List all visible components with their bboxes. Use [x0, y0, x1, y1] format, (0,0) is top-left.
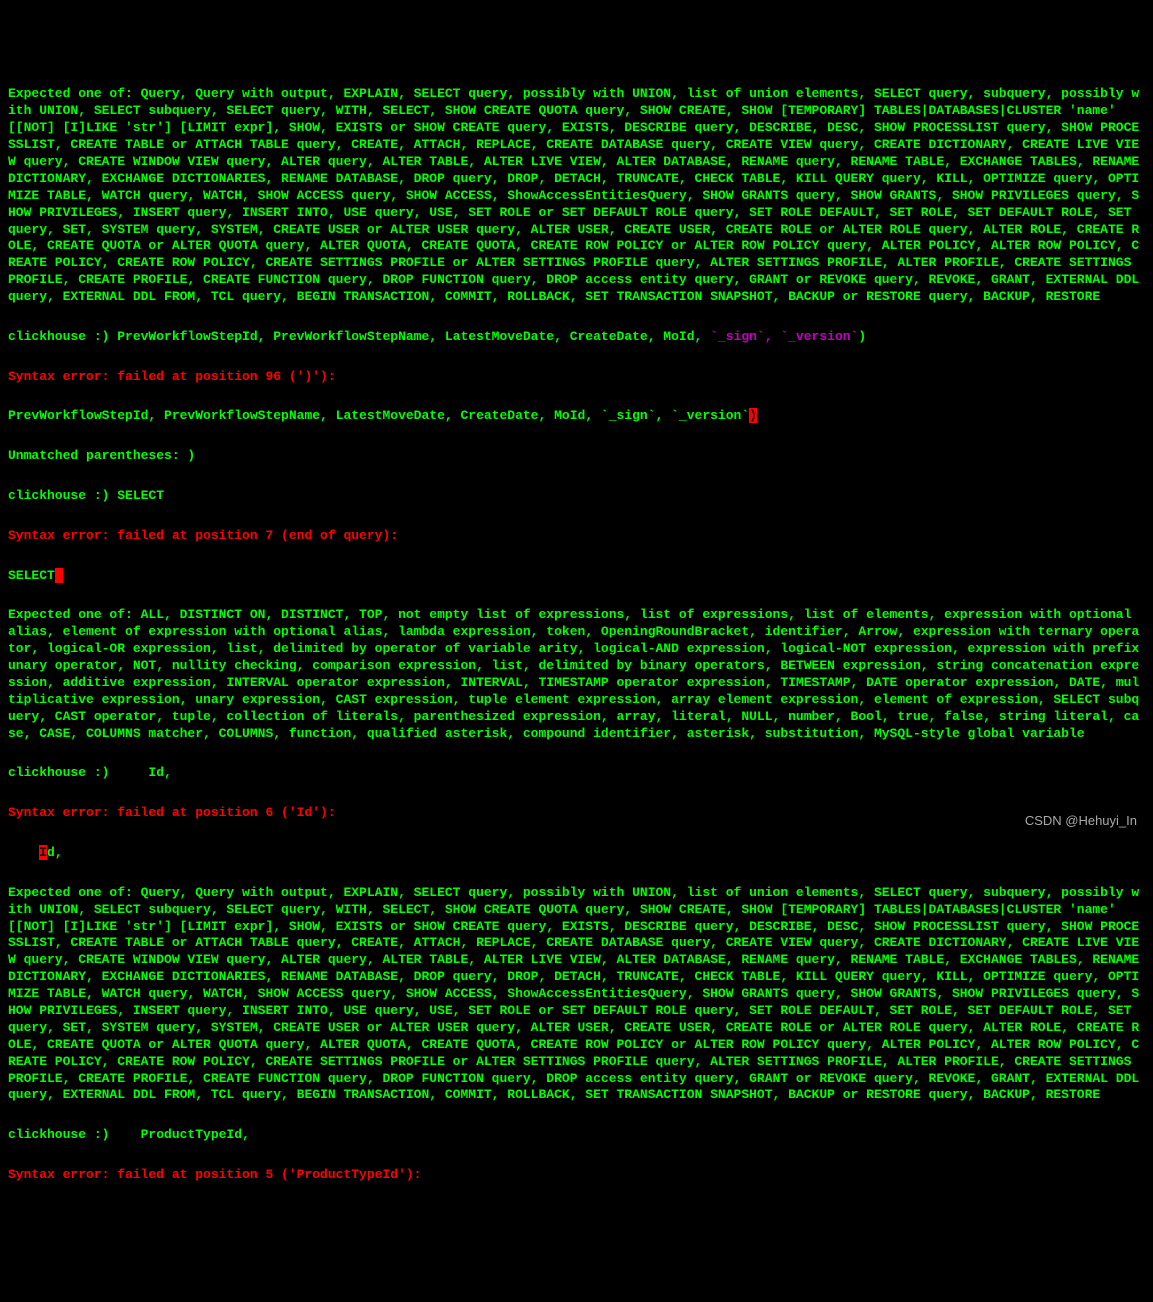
watermark: CSDN @Hehuyi_In — [1025, 813, 1137, 830]
syntax-error: Syntax error: failed at position 96 (')'… — [8, 369, 336, 384]
quoted-cols: `_sign`, `_version` — [710, 329, 858, 344]
prompt-text: clickhouse :) ProductTypeId, — [8, 1127, 250, 1142]
cursor-block — [55, 568, 63, 583]
prompt-text: clickhouse :) Id, — [8, 765, 172, 780]
syntax-error: Syntax error: failed at position 5 ('Pro… — [8, 1167, 421, 1182]
error-highlight: ) — [749, 408, 757, 423]
id-rest: d, — [47, 845, 63, 860]
expected-list: Expected one of: Query, Query with outpu… — [8, 86, 1147, 304]
prompt-text: clickhouse :) SELECT — [8, 488, 164, 503]
indent — [8, 845, 39, 860]
error-highlight: I — [39, 845, 47, 860]
syntax-error: Syntax error: failed at position 7 (end … — [8, 528, 398, 543]
echo-line: PrevWorkflowStepId, PrevWorkflowStepName… — [8, 408, 749, 423]
terminal-output[interactable]: Expected one of: Query, Query with outpu… — [8, 70, 1145, 1184]
syntax-error: Syntax error: failed at position 6 ('Id'… — [8, 805, 336, 820]
select-echo: SELECT — [8, 568, 55, 583]
unmatched-paren: Unmatched parentheses: ) — [8, 448, 195, 463]
prompt-text: clickhouse :) PrevWorkflowStepId, PrevWo… — [8, 329, 710, 344]
expected-list: Expected one of: Query, Query with outpu… — [8, 885, 1147, 1103]
paren-close: ) — [858, 329, 866, 344]
expected-list: Expected one of: ALL, DISTINCT ON, DISTI… — [8, 607, 1147, 740]
